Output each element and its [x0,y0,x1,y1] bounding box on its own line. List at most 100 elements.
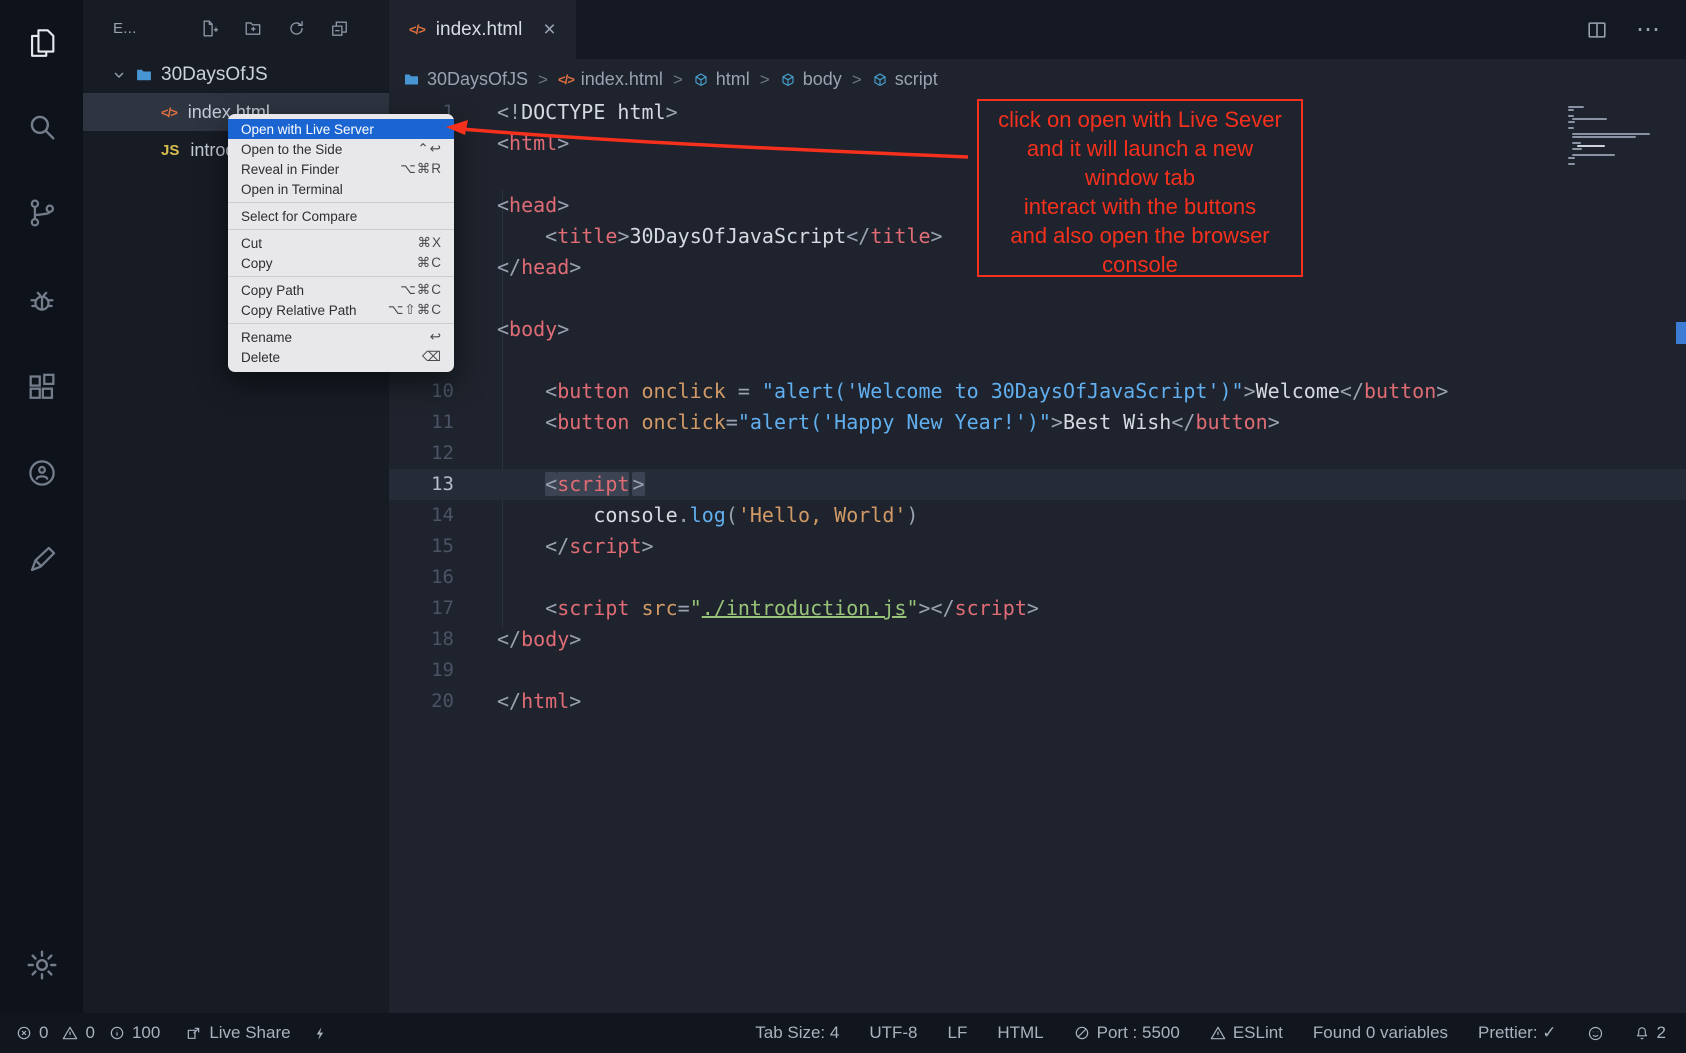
source-control-icon[interactable] [25,196,59,230]
menu-separator [228,229,454,230]
context-menu-item[interactable]: Select for Compare [228,206,454,226]
new-folder-icon[interactable] [244,19,263,38]
symbol-cube-icon [693,72,709,88]
extensions-icon[interactable] [25,370,59,404]
info-status[interactable]: 100 [109,1023,160,1043]
notifications-status[interactable]: 2 [1634,1023,1666,1043]
eslint-status[interactable]: ESLint [1210,1023,1283,1043]
context-menu: Open with Live ServerOpen to the Side⌃↩R… [228,114,454,372]
line-number: 13 [389,469,454,500]
code-line: 12 [389,438,1686,469]
tab-label: index.html [436,19,523,41]
prettier-status[interactable]: Prettier: ✓ [1478,1023,1556,1043]
search-icon[interactable] [25,110,59,144]
context-menu-item[interactable]: Reveal in Finder⌥⌘R [228,159,454,179]
symbol-cube-icon [780,72,796,88]
code-line: 13 <script> [389,469,1686,500]
line-number: 16 [389,562,454,593]
context-menu-item[interactable]: Copy⌘C [228,253,454,273]
code-line: 18</body> [389,624,1686,655]
breadcrumb-item-script[interactable]: script [872,69,938,90]
breadcrumb-item-file[interactable]: </> index.html [558,69,663,90]
status-bar: 0 0 100 Live Share Tab Size: 4 UTF-8 LF … [0,1013,1686,1053]
code-line: 15 </script> [389,531,1686,562]
context-menu-item[interactable]: Open with Live Server [228,119,454,139]
line-number: 14 [389,500,454,531]
live-share-icon[interactable] [25,456,59,490]
slash-circle-icon [1074,1025,1090,1041]
run-debug-icon[interactable] [25,284,59,318]
new-file-icon[interactable] [201,19,220,38]
line-number: 20 [389,686,454,717]
code-line: 9 [389,345,1686,376]
breadcrumb-separator-icon: > [759,70,771,90]
line-number: 10 [389,376,454,407]
breadcrumb-item-body[interactable]: body [780,69,842,90]
code-line: 7 [389,283,1686,314]
port-status[interactable]: Port : 5500 [1074,1023,1180,1043]
breadcrumb-item-folder[interactable]: 30DaysOfJS [403,69,528,90]
activity-bar [0,0,83,1013]
code-line: 17 <script src="./introduction.js"></scr… [389,593,1686,624]
code-line: 19 [389,655,1686,686]
html-file-icon: </> [558,72,574,87]
close-icon[interactable]: × [543,19,555,40]
feedback-pen-icon[interactable] [25,543,59,577]
tab-bar: </> index.html × ⋯ [389,0,1686,59]
context-menu-item[interactable]: Copy Path⌥⌘C [228,280,454,300]
symbol-cube-icon [872,72,888,88]
explorer-icon[interactable] [25,26,59,60]
explorer-header: E... [83,0,389,56]
variables-status[interactable]: Found 0 variables [1313,1023,1448,1043]
code-line: 10 <button onclick = "alert('Welcome to … [389,376,1686,407]
bolt-icon[interactable] [313,1025,328,1042]
context-menu-item[interactable]: Copy Relative Path⌥⇧⌘C [228,300,454,320]
line-number: 19 [389,655,454,686]
html-file-icon: </> [161,105,177,120]
line-number: 18 [389,624,454,655]
overview-ruler-marker [1676,322,1686,344]
tab-size-status[interactable]: Tab Size: 4 [755,1023,839,1043]
feedback-smiley-icon[interactable] [1587,1025,1604,1042]
line-number: 15 [389,531,454,562]
line-number: 11 [389,407,454,438]
context-menu-item[interactable]: Cut⌘X [228,233,454,253]
warning-icon [1210,1025,1226,1041]
js-file-icon: JS [161,142,179,159]
folder-icon [403,71,420,88]
code-line: 16 [389,562,1686,593]
settings-gear-icon[interactable] [25,948,59,982]
share-icon [186,1025,202,1041]
tab-index-html[interactable]: </> index.html × [389,0,576,59]
refresh-icon[interactable] [287,19,306,38]
line-number: 17 [389,593,454,624]
context-menu-item[interactable]: Open to the Side⌃↩ [228,139,454,159]
code-line: 14 console.log('Hello, World') [389,500,1686,531]
tree-folder-30daysofjs[interactable]: 30DaysOfJS [83,56,389,93]
live-share-status[interactable]: Live Share [186,1023,290,1043]
error-icon [16,1025,32,1041]
errors-status[interactable]: 0 [16,1023,48,1043]
line-number: 12 [389,438,454,469]
menu-separator [228,323,454,324]
context-menu-item[interactable]: Rename↩ [228,327,454,347]
info-icon [109,1025,125,1041]
vscode-window: E... [0,0,1686,1053]
breadcrumb-separator-icon: > [537,70,549,90]
split-editor-icon[interactable] [1586,19,1608,41]
menu-separator [228,202,454,203]
collapse-all-icon[interactable] [330,19,349,38]
context-menu-item[interactable]: Delete⌫ [228,347,454,367]
minimap[interactable] [1568,106,1660,165]
warning-icon [62,1025,78,1041]
code-line: 8<body> [389,314,1686,345]
language-status[interactable]: HTML [997,1023,1043,1043]
breadcrumb-item-html[interactable]: html [693,69,750,90]
eol-status[interactable]: LF [948,1023,968,1043]
chevron-down-icon [111,67,127,83]
context-menu-item[interactable]: Open in Terminal [228,179,454,199]
warnings-status[interactable]: 0 [62,1023,94,1043]
folder-label: 30DaysOfJS [161,64,268,86]
menu-separator [228,276,454,277]
encoding-status[interactable]: UTF-8 [869,1023,917,1043]
